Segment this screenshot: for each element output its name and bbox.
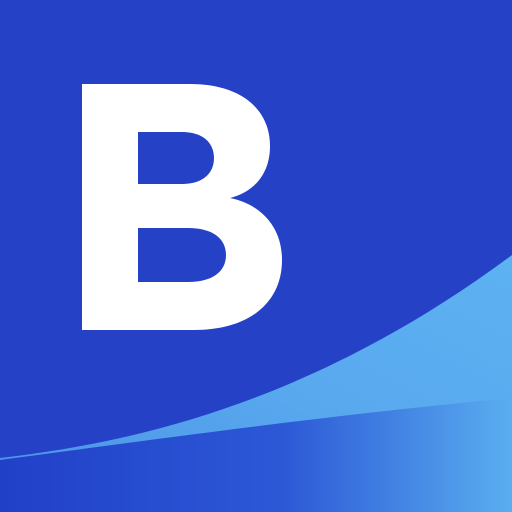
app-icon: [0, 0, 512, 512]
letter-b-glyph: [82, 84, 282, 330]
logo-letter-b: [82, 84, 282, 330]
